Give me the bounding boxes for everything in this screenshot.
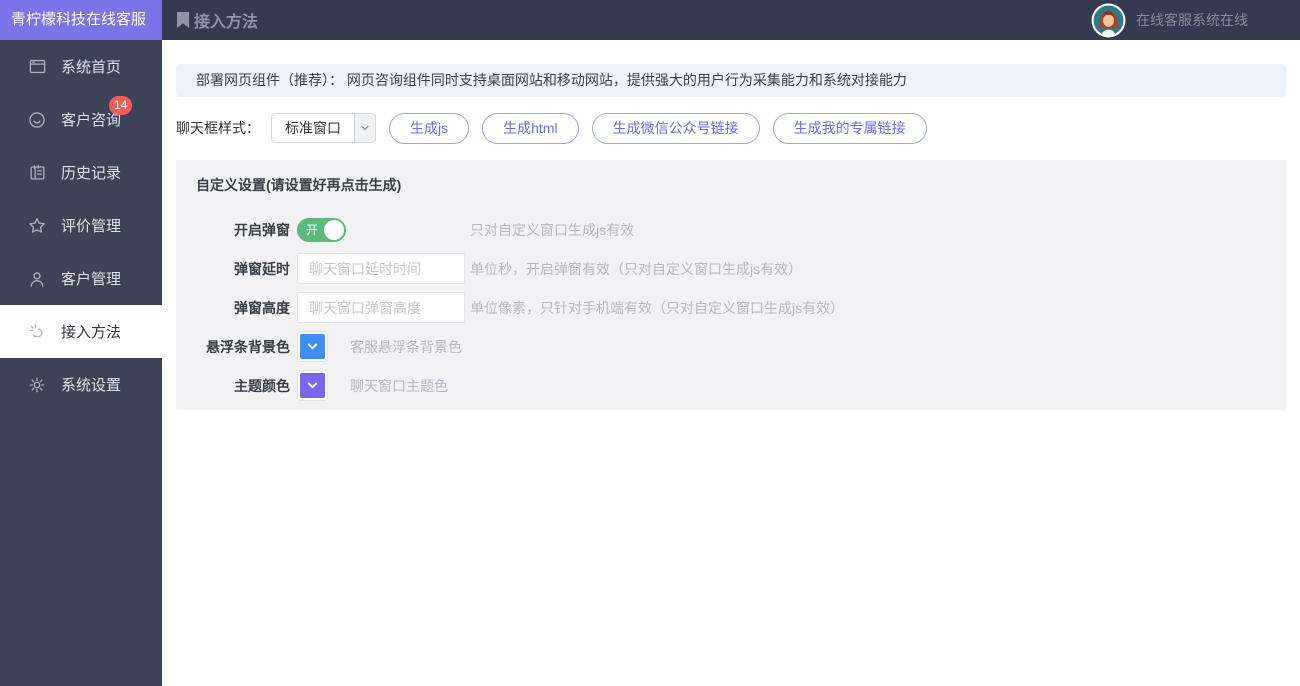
star-icon xyxy=(27,216,47,236)
sidebar-item-history[interactable]: 历史记录 xyxy=(0,146,162,199)
sidebar-item-label: 历史记录 xyxy=(61,165,122,182)
sidebar-item-label: 客户管理 xyxy=(61,271,122,288)
chat-smile-icon xyxy=(27,110,47,130)
generate-wechat-link-button[interactable]: 生成微信公众号链接 xyxy=(591,112,760,144)
popup-delay-row: 弹窗延时 单位秒，开启弹窗有效（只对自定义窗口生成js有效） xyxy=(176,253,1286,284)
theme-color-picker[interactable] xyxy=(297,370,328,401)
unread-count-badge: 14 xyxy=(109,96,133,115)
sidebar-item-integration[interactable]: 接入方法 xyxy=(0,305,162,358)
sidebar-item-customers[interactable]: 客户管理 xyxy=(0,252,162,305)
popup-toggle-hint: 只对自定义窗口生成js有效 xyxy=(470,221,635,238)
window-icon xyxy=(27,57,47,77)
floatbar-color-picker[interactable] xyxy=(297,331,328,362)
sidebar-item-reviews[interactable]: 评价管理 xyxy=(0,199,162,252)
sidebar-item-consult[interactable]: 客户咨询 14 xyxy=(0,93,162,146)
floatbar-color-swatch xyxy=(300,334,325,359)
custom-settings-panel: 自定义设置(请设置好再点击生成) 开启弹窗 开 只对自定义窗口生成js有效 弹窗… xyxy=(176,160,1286,410)
sidebar-item-label: 系统设置 xyxy=(61,377,122,394)
theme-color-row: 主题颜色 聊天窗口主题色 xyxy=(176,370,1286,401)
floatbar-color-row: 悬浮条背景色 客服悬浮条背景色 xyxy=(176,331,1286,362)
popup-toggle-label: 开启弹窗 xyxy=(234,221,290,238)
popup-height-hint: 单位像素，只针对手机端有效（只对自定义窗口生成js有效） xyxy=(470,299,845,316)
page-title: 接入方法 xyxy=(176,8,258,32)
chat-style-select-value: 标准窗口 xyxy=(285,120,341,136)
link-spark-icon xyxy=(27,322,47,342)
popup-toggle-switch[interactable]: 开 xyxy=(297,217,346,242)
popup-height-label: 弹窗高度 xyxy=(234,299,290,316)
sidebar: 青柠檬科技在线客服 系统首页 客户咨询 14 历史记录 评价管理 客户管理 接入… xyxy=(0,0,162,686)
popup-height-row: 弹窗高度 单位像素，只针对手机端有效（只对自定义窗口生成js有效） xyxy=(176,292,1286,323)
online-status-text: 在线客服系统在线 xyxy=(1136,12,1248,28)
generate-exclusive-link-button[interactable]: 生成我的专属链接 xyxy=(772,112,927,144)
settings-form: 开启弹窗 开 只对自定义窗口生成js有效 弹窗延时 单位秒，开启弹窗有效（只对自… xyxy=(176,214,1286,401)
sidebar-item-label: 系统首页 xyxy=(61,59,122,76)
sidebar-item-home[interactable]: 系统首页 xyxy=(0,40,162,93)
top-header: 接入方法 在线客服系统在线 xyxy=(162,0,1300,40)
avatar[interactable] xyxy=(1091,3,1126,38)
chevron-down-icon xyxy=(307,343,318,350)
floatbar-color-label: 悬浮条背景色 xyxy=(206,338,290,355)
bookmark-icon xyxy=(177,12,189,28)
toggle-knob xyxy=(324,219,344,240)
main-content: 部署网页组件（推荐）： 网页咨询组件同时支持桌面网站和移动网站，提供强大的用户行… xyxy=(162,40,1300,686)
deploy-info-banner: 部署网页组件（推荐）： 网页咨询组件同时支持桌面网站和移动网站，提供强大的用户行… xyxy=(176,64,1286,97)
toggle-on-text: 开 xyxy=(306,222,319,237)
chat-style-label: 聊天框样式： xyxy=(176,120,260,136)
header-user-area[interactable]: 在线客服系统在线 xyxy=(1091,3,1248,38)
chevron-down-icon xyxy=(354,114,375,142)
page-title-text: 接入方法 xyxy=(194,14,259,31)
panel-title: 自定义设置(请设置好再点击生成) xyxy=(196,177,402,193)
gear-icon xyxy=(27,375,47,395)
theme-color-swatch xyxy=(300,373,325,398)
user-icon xyxy=(27,269,47,289)
sidebar-item-label: 接入方法 xyxy=(61,324,122,341)
theme-color-label: 主题颜色 xyxy=(234,377,290,394)
popup-delay-input[interactable] xyxy=(297,253,465,284)
chevron-down-icon xyxy=(307,382,318,389)
popup-delay-label: 弹窗延时 xyxy=(234,260,290,277)
floatbar-color-hint: 客服悬浮条背景色 xyxy=(350,338,462,355)
sidebar-item-settings[interactable]: 系统设置 xyxy=(0,358,162,411)
sidebar-item-label: 评价管理 xyxy=(61,218,122,235)
app-logo: 青柠檬科技在线客服 xyxy=(0,0,162,40)
chat-style-row: 聊天框样式： 标准窗口 生成js 生成html 生成微信公众号链接 生成我的专属… xyxy=(176,112,1286,144)
generate-html-button[interactable]: 生成html xyxy=(482,112,579,144)
theme-color-hint: 聊天窗口主题色 xyxy=(350,377,448,394)
popup-height-input[interactable] xyxy=(297,292,465,323)
popup-delay-hint: 单位秒，开启弹窗有效（只对自定义窗口生成js有效） xyxy=(470,260,803,277)
generate-js-button[interactable]: 生成js xyxy=(389,112,470,144)
history-notes-icon xyxy=(27,163,47,183)
popup-toggle-row: 开启弹窗 开 只对自定义窗口生成js有效 xyxy=(176,214,1286,245)
chat-style-select[interactable]: 标准窗口 xyxy=(271,113,376,143)
sidebar-menu: 系统首页 客户咨询 14 历史记录 评价管理 客户管理 接入方法 系统设置 xyxy=(0,40,162,411)
